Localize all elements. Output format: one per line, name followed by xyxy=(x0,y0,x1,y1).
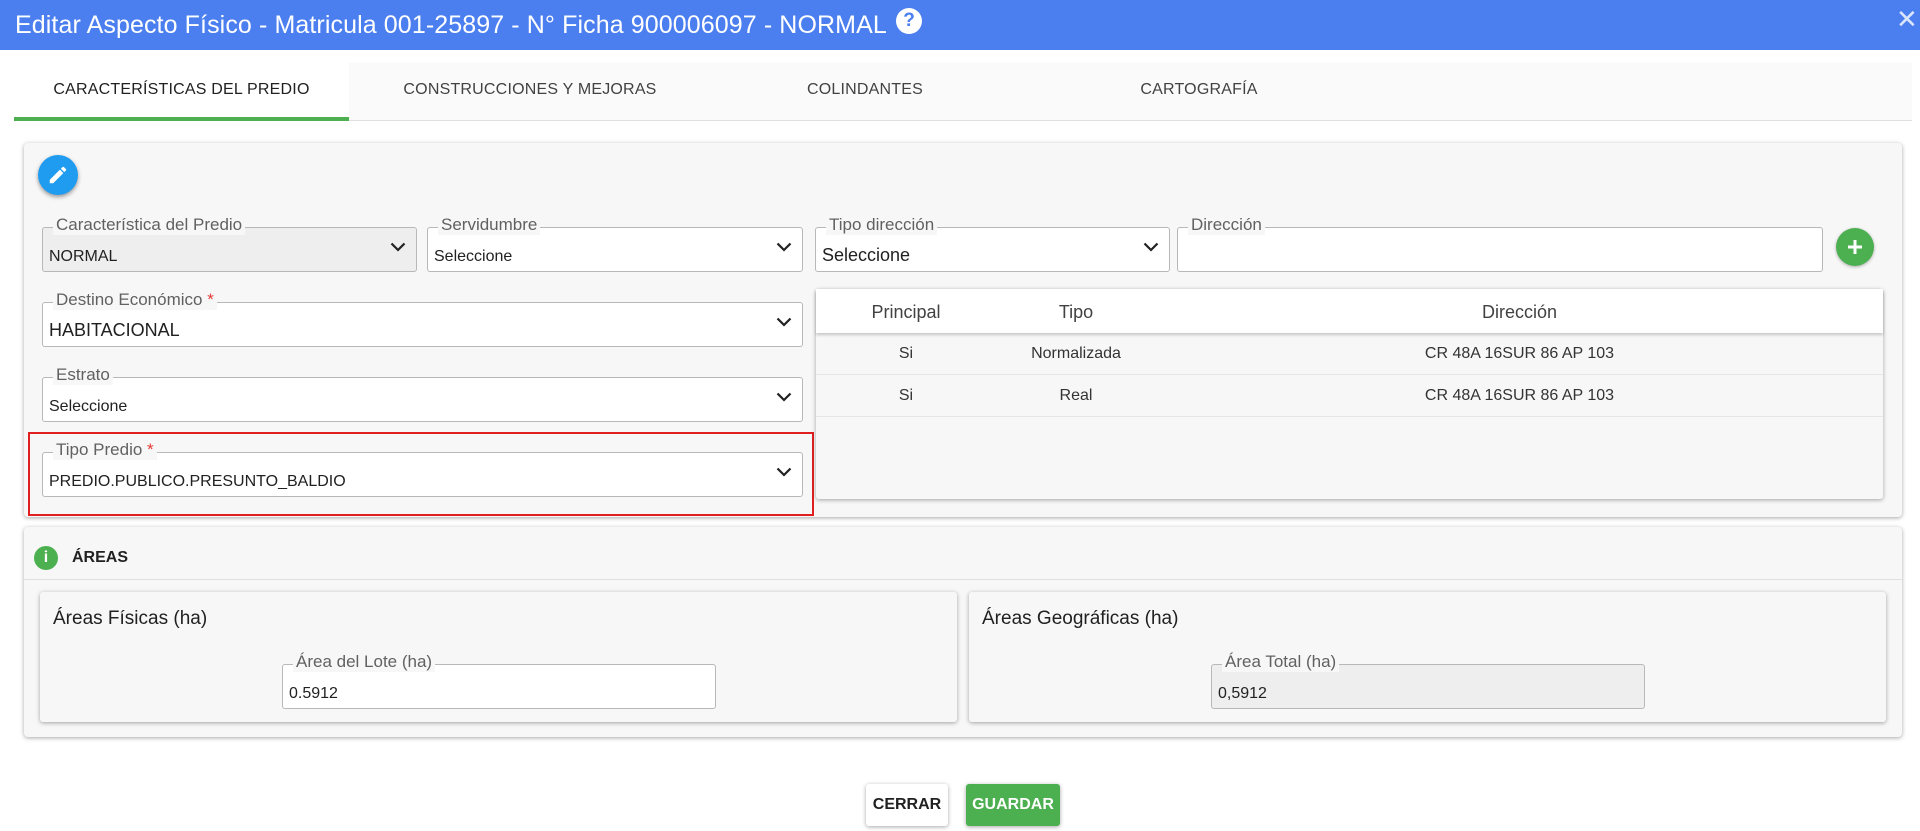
servidumbre-select[interactable]: Servidumbre Seleccione xyxy=(427,215,803,272)
cell-principal: Si xyxy=(898,387,914,404)
column-header-tipo[interactable]: Tipo xyxy=(996,302,1156,323)
dialog-titlebar: Editar Aspecto Físico - Matricula 001-25… xyxy=(0,0,1920,50)
cell-direccion: CR 48A 16SUR 86 AP 103 xyxy=(1424,387,1615,404)
tipo-direccion-label: Tipo dirección xyxy=(826,215,938,235)
caracteristica-predio-value: NORMAL xyxy=(49,248,118,265)
tab-label: COLINDANTES xyxy=(807,81,923,98)
areas-fisicas-card: Áreas Físicas (ha) Área del Lote (ha) 0.… xyxy=(40,592,957,722)
estrato-value: Seleccione xyxy=(49,398,128,415)
estrato-label: Estrato xyxy=(53,365,113,385)
direccion-input[interactable]: Dirección xyxy=(1177,215,1823,272)
area-total-value: 0,5912 xyxy=(1218,685,1267,702)
destino-economico-label: Destino Económico * xyxy=(53,290,217,310)
caracteristica-predio-select[interactable]: Característica del Predio NORMAL xyxy=(42,215,417,272)
tipo-predio-select[interactable]: Tipo Predio * PREDIO.PUBLICO.PRESUNTO_BA… xyxy=(42,440,803,497)
column-header-principal[interactable]: Principal xyxy=(826,302,986,323)
tab-construcciones-y-mejoras[interactable]: CONSTRUCCIONES Y MEJORAS xyxy=(362,63,698,121)
area-lote-input[interactable]: Área del Lote (ha) 0.5912 xyxy=(282,652,716,709)
tab-label: CARTOGRAFÍA xyxy=(1140,81,1258,98)
info-icon: i xyxy=(34,546,58,570)
destino-economico-label-text: Destino Económico xyxy=(56,290,203,309)
destino-economico-select[interactable]: Destino Económico * HABITACIONAL xyxy=(42,290,803,347)
help-icon[interactable]: ? xyxy=(896,8,922,34)
table-row[interactable]: Si Normalizada CR 48A 16SUR 86 AP 103 xyxy=(816,333,1883,375)
plus-icon xyxy=(1848,240,1862,254)
tipo-predio-label-text: Tipo Predio xyxy=(56,440,143,459)
add-address-button[interactable] xyxy=(1836,228,1874,266)
destino-economico-value: HABITACIONAL xyxy=(49,320,180,340)
estrato-select[interactable]: Estrato Seleccione xyxy=(42,365,803,422)
guardar-button[interactable]: GUARDAR xyxy=(966,784,1060,826)
tab-bar: CARACTERÍSTICAS DEL PREDIO CONSTRUCCIONE… xyxy=(14,63,1912,121)
tab-label: CONSTRUCCIONES Y MEJORAS xyxy=(403,81,657,98)
caracteristica-predio-label: Característica del Predio xyxy=(53,215,246,235)
cell-tipo: Real xyxy=(1059,387,1093,404)
cell-direccion: CR 48A 16SUR 86 AP 103 xyxy=(1424,345,1615,362)
tab-colindantes[interactable]: COLINDANTES xyxy=(698,63,1032,121)
address-table: Principal Tipo Dirección Si Normalizada … xyxy=(816,289,1883,499)
tipo-predio-value: PREDIO.PUBLICO.PRESUNTO_BALDIO xyxy=(49,473,346,490)
direccion-label: Dirección xyxy=(1188,215,1265,235)
tipo-direccion-value: Seleccione xyxy=(822,245,911,265)
column-header-direccion[interactable]: Dirección xyxy=(1156,302,1883,323)
servidumbre-value: Seleccione xyxy=(434,248,513,265)
dialog-title: Editar Aspecto Físico - Matricula 001-25… xyxy=(15,10,887,39)
cell-tipo: Normalizada xyxy=(1031,345,1121,362)
address-table-header: Principal Tipo Dirección xyxy=(816,289,1883,333)
tipo-predio-label: Tipo Predio * xyxy=(53,440,157,460)
areas-fisicas-title: Áreas Físicas (ha) xyxy=(53,608,208,629)
tab-label: CARACTERÍSTICAS DEL PREDIO xyxy=(53,81,310,98)
chevron-down-icon xyxy=(776,317,792,327)
area-lote-label: Área del Lote (ha) xyxy=(293,652,436,672)
close-icon[interactable]: ✕ xyxy=(1896,4,1918,34)
cell-principal: Si xyxy=(898,345,914,362)
tipo-direccion-select[interactable]: Tipo dirección Seleccione xyxy=(815,215,1170,272)
area-total-label: Área Total (ha) xyxy=(1222,652,1340,672)
areas-geograficas-card: Áreas Geográficas (ha) Área Total (ha) 0… xyxy=(969,592,1886,722)
chevron-down-icon xyxy=(776,467,792,477)
area-lote-value: 0.5912 xyxy=(289,685,338,702)
tab-cartografia[interactable]: CARTOGRAFÍA xyxy=(1032,63,1366,121)
chevron-down-icon xyxy=(776,242,792,252)
areas-section-title: ÁREAS xyxy=(72,549,129,566)
area-total-input: Área Total (ha) 0,5912 xyxy=(1211,652,1645,709)
tab-caracteristicas-del-predio[interactable]: CARACTERÍSTICAS DEL PREDIO xyxy=(14,63,349,121)
required-mark: * xyxy=(207,290,214,309)
table-row[interactable]: Si Real CR 48A 16SUR 86 AP 103 xyxy=(816,375,1883,417)
servidumbre-label: Servidumbre xyxy=(438,215,541,235)
cerrar-button[interactable]: CERRAR xyxy=(866,784,948,826)
areas-geograficas-title: Áreas Geográficas (ha) xyxy=(982,608,1179,629)
areas-section-header xyxy=(24,530,1902,580)
pencil-icon xyxy=(49,166,67,184)
chevron-down-icon xyxy=(390,242,406,252)
chevron-down-icon xyxy=(1143,242,1159,252)
edit-button[interactable] xyxy=(38,155,78,195)
chevron-down-icon xyxy=(776,392,792,402)
required-mark: * xyxy=(147,440,154,459)
